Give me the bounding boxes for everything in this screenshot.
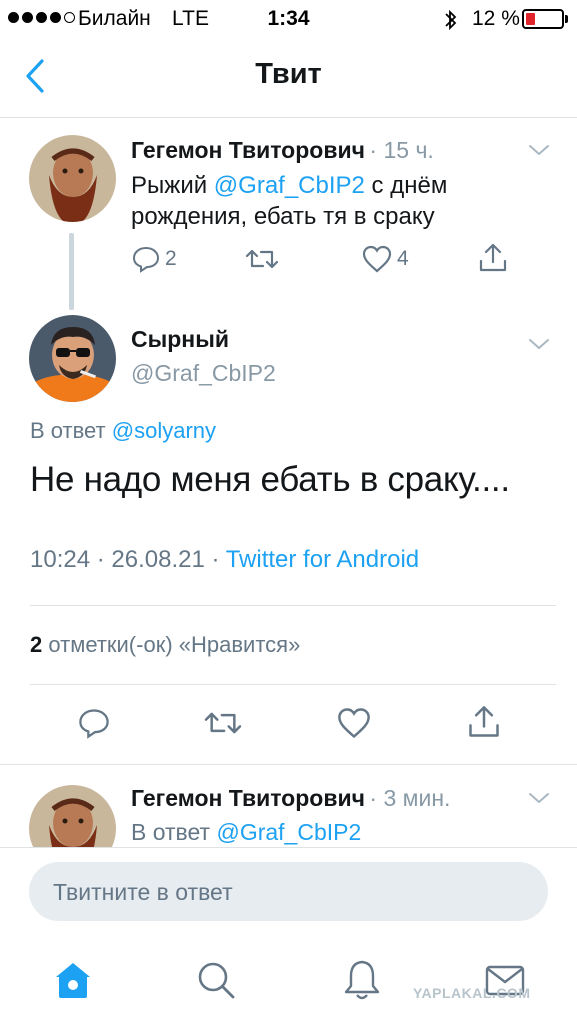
like-count: 4 bbox=[397, 247, 409, 270]
avatar[interactable] bbox=[29, 135, 116, 222]
composer-divider bbox=[0, 847, 577, 848]
author-name[interactable]: Сырный bbox=[131, 326, 229, 353]
reply-icon bbox=[132, 246, 160, 273]
battery-level-fill bbox=[526, 13, 535, 25]
thread-line bbox=[69, 233, 74, 310]
tweet-time: · 3 мин. bbox=[369, 785, 451, 811]
likes-label: отметки(-ок) «Нравится» bbox=[42, 632, 301, 657]
divider bbox=[30, 684, 556, 685]
avatar-bearded-man-image bbox=[29, 135, 116, 222]
avatar-sunglasses-man-image bbox=[29, 315, 116, 402]
heart-icon bbox=[362, 245, 392, 273]
likes-count: 2 bbox=[30, 632, 43, 657]
chevron-down-icon[interactable] bbox=[528, 143, 550, 157]
home-icon[interactable] bbox=[51, 958, 95, 1002]
author-name[interactable]: Гегемон Твиторович bbox=[131, 137, 365, 163]
retweet-icon bbox=[245, 249, 279, 269]
share-icon[interactable] bbox=[477, 242, 509, 274]
likes-summary[interactable]: 2 отметки(-ок) «Нравится» bbox=[30, 632, 300, 658]
chevron-down-icon[interactable] bbox=[528, 791, 550, 805]
reply-context: В ответ @solyarny bbox=[30, 418, 216, 444]
tweet-text-part: Рыжий bbox=[131, 172, 214, 199]
tweet-text: Рыжий @Graf_CbIP2 с днём рождения, ебать… bbox=[131, 170, 541, 232]
battery-icon bbox=[522, 9, 564, 29]
search-icon[interactable] bbox=[194, 958, 238, 1002]
reply-context: В ответ @Graf_CbIP2 bbox=[131, 819, 361, 846]
reply-count: 2 bbox=[165, 247, 177, 270]
mention-link[interactable]: @Graf_CbIP2 bbox=[216, 819, 361, 845]
author-name[interactable]: Гегемон Твиторович bbox=[131, 785, 365, 811]
heart-icon[interactable] bbox=[336, 706, 372, 740]
watermark: YAPLAKAL.COM bbox=[413, 985, 531, 1001]
tweet-timestamp: 10:24 · 26.08.21 · Twitter for Android bbox=[30, 546, 419, 574]
bluetooth-icon bbox=[445, 9, 457, 31]
tweet-text: Не надо меня ебать в сраку.... bbox=[30, 460, 510, 499]
tweet-time: · 15 ч. bbox=[369, 137, 434, 163]
timestamp-text: 10:24 · 26.08.21 · bbox=[30, 546, 226, 573]
chevron-down-icon[interactable] bbox=[528, 337, 550, 351]
avatar[interactable] bbox=[29, 315, 116, 402]
page-title: Твит bbox=[255, 58, 322, 90]
reply-prefix: В ответ bbox=[131, 819, 217, 845]
author-handle[interactable]: @Graf_CbIP2 bbox=[131, 360, 276, 387]
reply-prefix: В ответ bbox=[30, 418, 112, 443]
tweet-header: Гегемон Твиторович · 3 мин. bbox=[131, 785, 450, 812]
nav-divider bbox=[0, 117, 577, 118]
reply-input[interactable]: Твитните в ответ bbox=[29, 862, 548, 921]
share-icon[interactable] bbox=[466, 704, 502, 740]
tweet-header: Гегемон Твиторович · 15 ч. bbox=[131, 137, 434, 164]
like-button[interactable]: 4 bbox=[361, 244, 409, 274]
status-bar: Билайн LTE 1:34 12 % bbox=[0, 0, 577, 40]
battery-percent: 12 % bbox=[472, 7, 520, 30]
mention-link[interactable]: @solyarny bbox=[112, 418, 216, 443]
reply-icon[interactable] bbox=[77, 706, 111, 740]
avatar-bearded-man-image bbox=[29, 785, 116, 847]
battery-tip bbox=[565, 15, 568, 23]
divider bbox=[30, 605, 556, 606]
reply-placeholder: Твитните в ответ bbox=[53, 879, 233, 905]
avatar[interactable] bbox=[29, 785, 116, 847]
source-link[interactable]: Twitter for Android bbox=[226, 546, 419, 573]
mention-link[interactable]: @Graf_CbIP2 bbox=[214, 172, 365, 199]
retweet-icon[interactable] bbox=[203, 706, 243, 740]
retweet-button[interactable] bbox=[245, 244, 283, 274]
reply-button[interactable]: 2 bbox=[131, 244, 177, 274]
reply-tweet[interactable]: Гегемон Твиторович · 3 мин. В ответ @Gra… bbox=[0, 765, 577, 847]
notifications-icon[interactable] bbox=[340, 957, 384, 1001]
